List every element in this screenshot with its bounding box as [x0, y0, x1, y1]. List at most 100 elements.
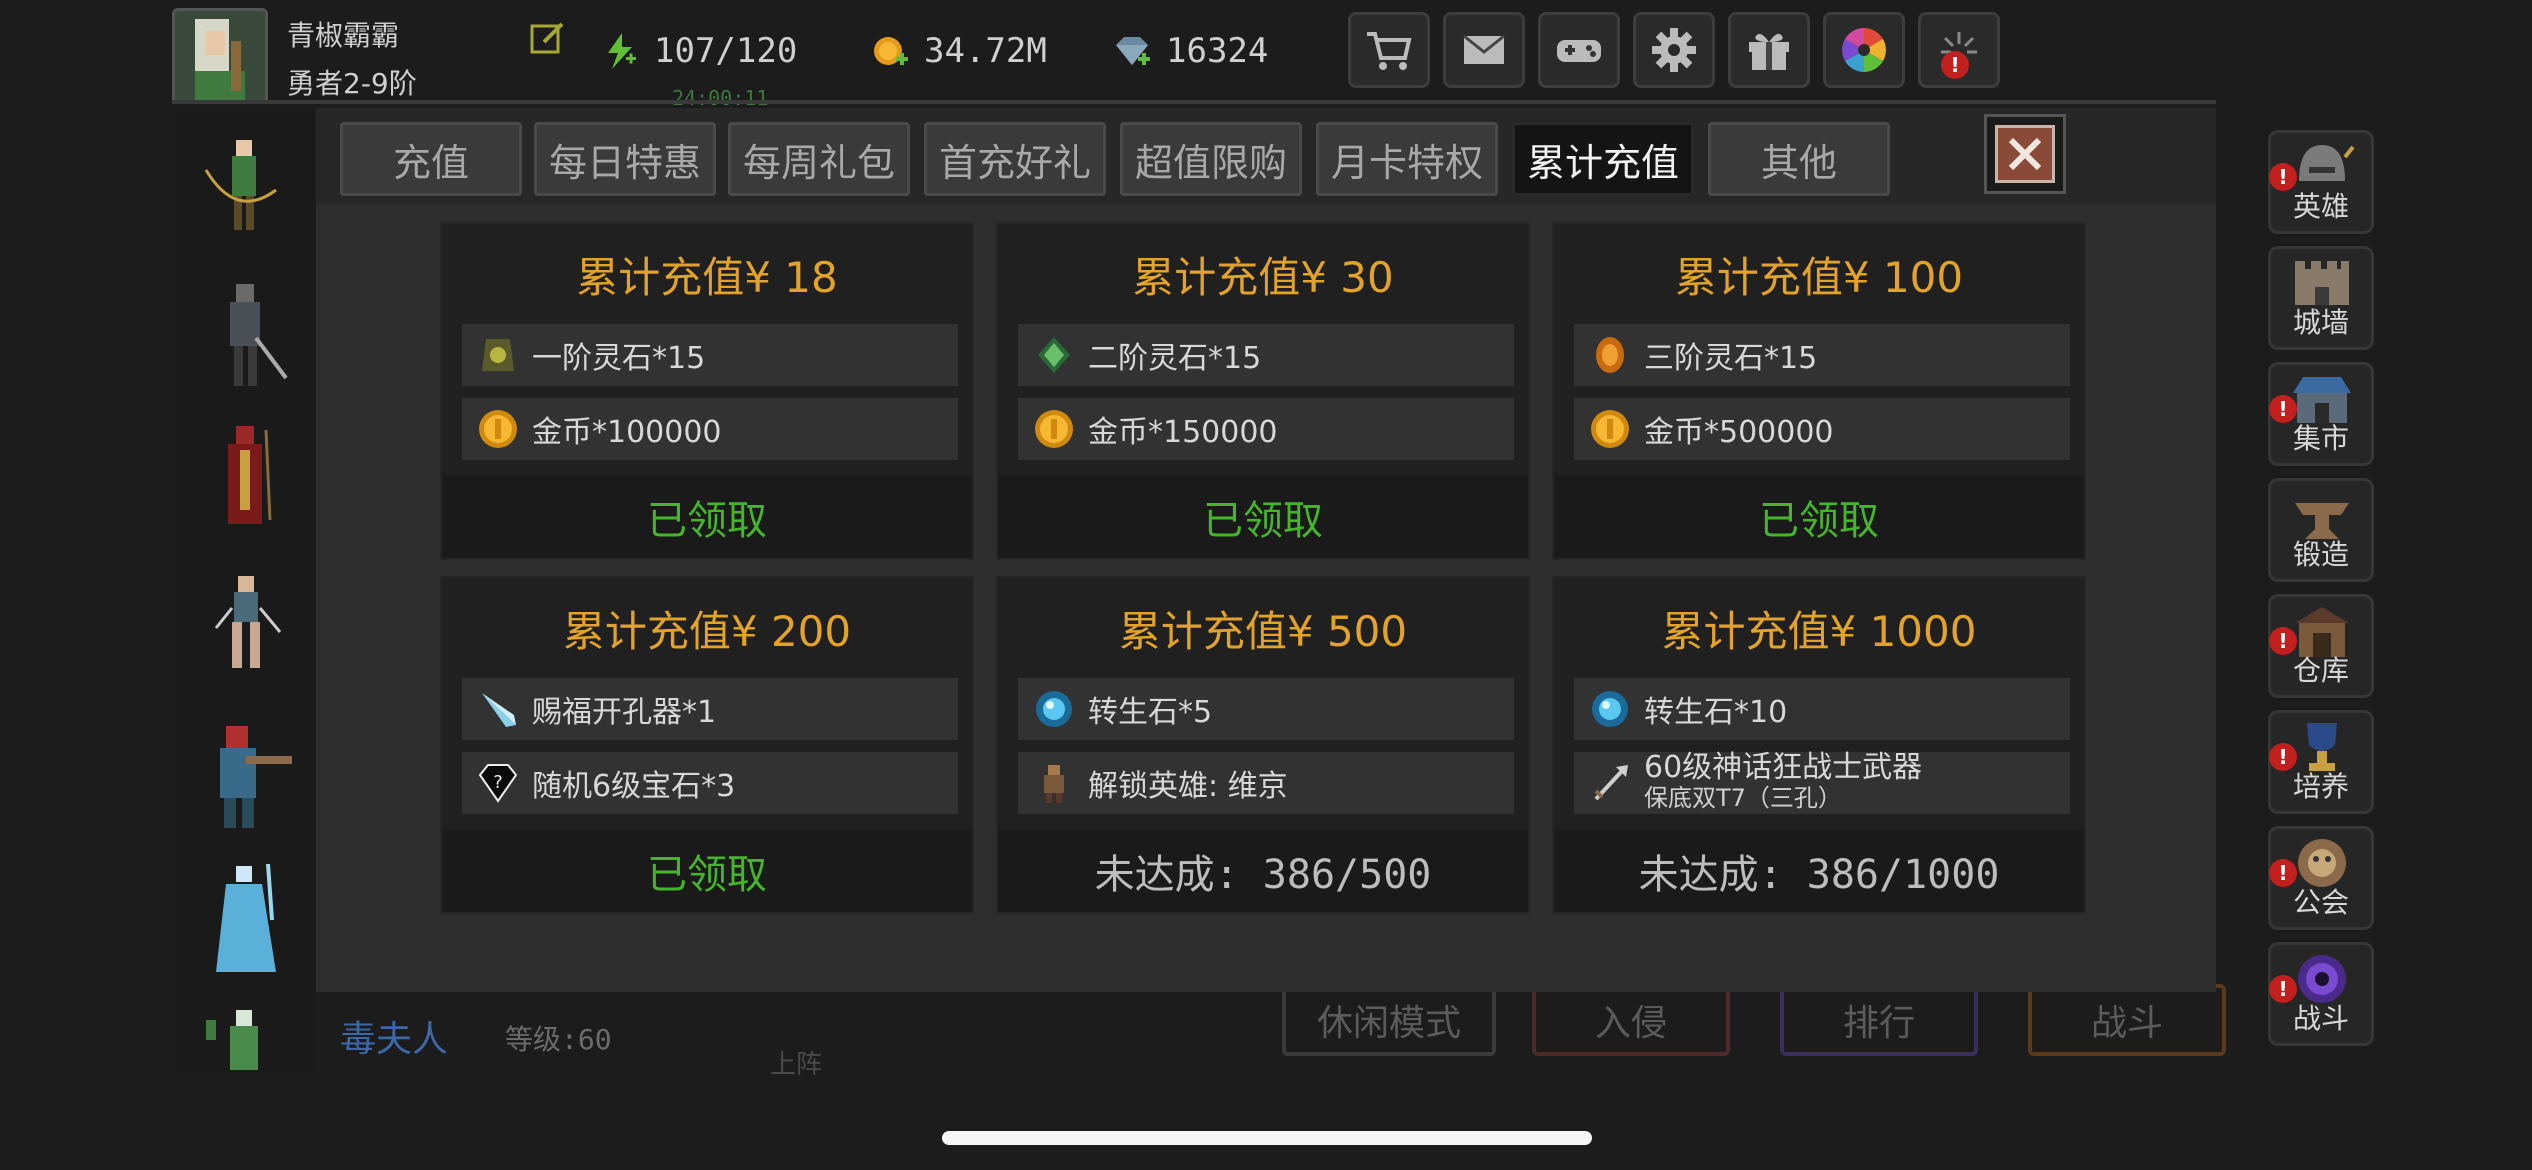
- reward-text: 转生石*5: [1088, 695, 1213, 730]
- tier2-spirit-stone-icon: [1038, 337, 1070, 373]
- tab-first-recharge[interactable]: 首充好礼: [924, 122, 1106, 196]
- reward-text: 转生石*10: [1644, 695, 1788, 730]
- menu-heroes[interactable]: ! 英雄: [2268, 130, 2374, 234]
- reward-text: 二阶灵石*15: [1088, 341, 1262, 376]
- tab-recharge[interactable]: 充值: [340, 122, 522, 196]
- hero-sorceress-sprite[interactable]: [196, 420, 296, 540]
- fireworks-button[interactable]: !: [1918, 12, 2000, 88]
- reward-card-500: 累计充值¥ 500 转生石*5 解锁英雄: 维京 未达成: 386/500: [996, 576, 1530, 914]
- reward-item[interactable]: 60级神话狂战士武器 保底双T7（三孔）: [1574, 752, 2070, 814]
- card-status: 未达成: 386/500: [998, 830, 1528, 912]
- menu-forge[interactable]: 锻造: [2268, 478, 2374, 582]
- tab-monthly-card[interactable]: 月卡特权: [1316, 122, 1498, 196]
- hero-ice-mage-sprite[interactable]: [196, 860, 296, 980]
- menu-training[interactable]: ! 培养: [2268, 710, 2374, 814]
- tier1-spirit-stone-icon: [482, 339, 514, 371]
- menu-warehouse[interactable]: ! 仓库: [2268, 594, 2374, 698]
- rebirth-stone-icon: [1036, 691, 1072, 727]
- settings-button[interactable]: [1633, 12, 1715, 88]
- player-rank: 勇者2-9阶: [287, 67, 417, 100]
- reward-text: 一阶灵石*15: [532, 341, 706, 376]
- gear-icon: [1652, 28, 1696, 72]
- gem-plus-icon: [1116, 37, 1150, 65]
- reward-text: 60级神话狂战士武器: [1644, 750, 1923, 785]
- gem-resource[interactable]: 16324: [1112, 26, 1268, 76]
- gift-button[interactable]: [1728, 12, 1810, 88]
- energy-resource[interactable]: 107/120: [600, 26, 797, 76]
- selected-hero-level: 等级:60: [505, 1023, 612, 1056]
- gold-resource[interactable]: 34.72M: [870, 26, 1047, 76]
- menu-warehouse-label: 仓库: [2292, 654, 2349, 687]
- tab-limited-offers[interactable]: 超值限购: [1120, 122, 1302, 196]
- reward-item[interactable]: 金币*150000: [1018, 398, 1514, 460]
- reward-item[interactable]: 三阶灵石*15: [1574, 324, 2070, 386]
- menu-guild[interactable]: ! 公会: [2268, 826, 2374, 930]
- reward-item[interactable]: 金币*500000: [1574, 398, 2070, 460]
- reward-text: 三阶灵石*15: [1644, 341, 1818, 376]
- card-title: 累计充值¥ 18: [576, 253, 838, 302]
- ranking-button[interactable]: 排行: [1780, 984, 1978, 1056]
- hero-swordsman-sprite[interactable]: [196, 278, 296, 398]
- reward-item[interactable]: 解锁英雄: 维京: [1018, 752, 1514, 814]
- reward-item[interactable]: 赐福开孔器*1: [462, 678, 958, 740]
- modal-body: 累计充值¥ 18 一阶灵石*15 金币*100000 已领取 累计充值¥ 30 …: [316, 204, 2216, 992]
- card-status: 已领取: [998, 476, 1528, 558]
- reward-text: 金币*150000: [1088, 415, 1278, 450]
- gamepad-button[interactable]: [1538, 12, 1620, 88]
- card-status: 已领取: [1554, 476, 2084, 558]
- energy-timer: 24:00:11: [672, 86, 769, 110]
- close-button[interactable]: [1984, 114, 2066, 194]
- wheel-button[interactable]: [1823, 12, 1905, 88]
- hero-archer-sprite[interactable]: [196, 130, 296, 250]
- shop-button[interactable]: [1348, 12, 1430, 88]
- menu-forge-label: 锻造: [2292, 538, 2349, 571]
- reward-item[interactable]: 二阶灵石*15: [1018, 324, 1514, 386]
- reward-item[interactable]: 转生石*10: [1574, 678, 2070, 740]
- battle-button-bg[interactable]: 战斗: [2028, 984, 2226, 1056]
- reward-text: 金币*100000: [532, 415, 722, 450]
- menu-wall-label: 城墙: [2292, 306, 2349, 339]
- mail-button[interactable]: [1443, 12, 1525, 88]
- menu-battle[interactable]: ! 战斗: [2268, 942, 2374, 1046]
- gold-value: 34.72M: [924, 31, 1047, 71]
- hero-druid-sprite[interactable]: [196, 1000, 296, 1070]
- reward-item[interactable]: 转生石*5: [1018, 678, 1514, 740]
- hero-assassin-sprite[interactable]: [196, 568, 296, 688]
- home-indicator[interactable]: [942, 1131, 1592, 1145]
- socket-drill-icon: [482, 693, 516, 727]
- rebirth-stone-icon: [1592, 691, 1628, 727]
- edit-name-icon[interactable]: [528, 18, 568, 58]
- tab-daily-deals[interactable]: 每日特惠: [534, 122, 716, 196]
- menu-wall[interactable]: 城墙: [2268, 246, 2374, 350]
- menu-market[interactable]: ! 集市: [2268, 362, 2374, 466]
- tab-other[interactable]: 其他: [1708, 122, 1890, 196]
- gift-icon: [1749, 33, 1789, 70]
- hero-gunner-sprite[interactable]: [196, 716, 296, 836]
- reward-item[interactable]: ? 随机6级宝石*3: [462, 752, 958, 814]
- close-icon: [2008, 137, 2042, 171]
- envelope-icon: [1463, 34, 1505, 64]
- card-status: 未达成: 386/1000: [1554, 830, 2084, 912]
- gold-coin-plus-icon: [874, 37, 908, 65]
- card-status: 已领取: [442, 476, 972, 558]
- tab-cumulative-recharge[interactable]: 累计充值: [1512, 122, 1694, 196]
- reward-item[interactable]: 一阶灵石*15: [462, 324, 958, 386]
- invade-button[interactable]: 入侵: [1532, 984, 1730, 1056]
- casual-mode-button[interactable]: 休闲模式: [1282, 984, 1496, 1056]
- reward-item[interactable]: 金币*100000: [462, 398, 958, 460]
- player-avatar[interactable]: [172, 8, 268, 104]
- hero-unlock-icon: [1044, 765, 1064, 803]
- reward-card-200: 累计充值¥ 200 赐福开孔器*1 ? 随机6级宝石*3 已领取: [440, 576, 974, 914]
- menu-guild-label: 公会: [2292, 886, 2349, 919]
- fireworks-alert-badge: !: [1941, 51, 1969, 79]
- color-wheel-icon: [1842, 28, 1886, 72]
- gem-value: 16324: [1166, 31, 1269, 71]
- tier3-spirit-stone-icon: [1596, 337, 1624, 373]
- selected-hero-name: 毒夫人: [340, 1019, 449, 1060]
- tab-weekly-packs[interactable]: 每周礼包: [728, 122, 910, 196]
- reward-text: 解锁英雄: 维京: [1088, 769, 1288, 804]
- menu-training-label: 培养: [2292, 770, 2349, 803]
- deploy-label[interactable]: 上阵: [770, 1044, 822, 1081]
- reward-card-18: 累计充值¥ 18 一阶灵石*15 金币*100000 已领取: [440, 222, 974, 560]
- gold-coin-icon: [1035, 410, 1073, 448]
